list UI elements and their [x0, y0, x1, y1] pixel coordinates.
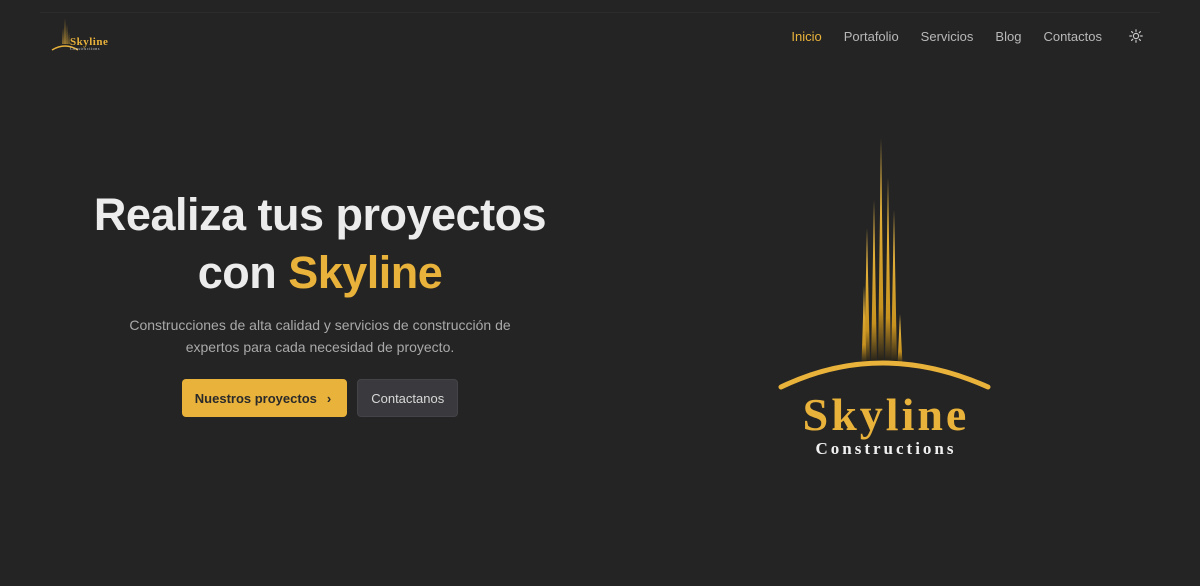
hero-logo: Skyline Constructions — [736, 134, 1036, 464]
sun-icon — [1129, 29, 1143, 43]
theme-toggle-button[interactable] — [1128, 28, 1144, 44]
hero-subtitle: Construcciones de alta calidad y servici… — [129, 317, 511, 355]
contact-us-button[interactable]: Contactanos — [357, 379, 459, 417]
our-projects-label: Nuestros proyectos — [194, 390, 317, 406]
navbar: Skyline Constructions Inicio Portafolio … — [40, 12, 1160, 58]
nav-link-portafolio[interactable]: Portafolio — [844, 29, 899, 44]
nav-link-blog[interactable]: Blog — [995, 29, 1021, 44]
hero-buttons: Nuestros proyectos › Contactanos — [60, 379, 580, 417]
nav-links: Inicio Portafolio Servicios Blog Contact… — [769, 13, 1144, 59]
brand-logo[interactable]: Skyline Constructions — [50, 16, 130, 54]
our-projects-button[interactable]: Nuestros proyectos › — [181, 379, 348, 417]
hero-section: Realiza tus proyectos con Skyline Constr… — [60, 186, 580, 417]
logo-subtitle: Constructions — [815, 439, 956, 458]
hero-title: Realiza tus proyectos con Skyline — [60, 186, 580, 302]
skyline-logo-icon: Skyline Constructions — [51, 18, 108, 51]
logo-word: Skyline — [803, 389, 970, 440]
nav-link-contactos[interactable]: Contactos — [1043, 29, 1102, 44]
skyline-constructions-logo-icon: Skyline Constructions — [778, 138, 991, 458]
hero-title-line1: Realiza tus proyectos — [93, 189, 547, 240]
hero-title-prefix: con — [197, 247, 277, 298]
nav-link-inicio[interactable]: Inicio — [791, 29, 821, 44]
chevron-right-icon: › — [326, 390, 332, 406]
hero-title-accent: Skyline — [288, 247, 443, 298]
nav-link-servicios[interactable]: Servicios — [921, 29, 974, 44]
brand-subtitle: Constructions — [70, 46, 100, 51]
